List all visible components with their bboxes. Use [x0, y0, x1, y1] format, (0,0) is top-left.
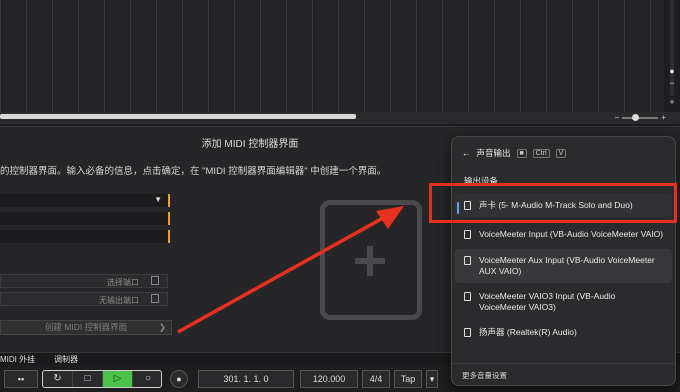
annotation-arrow	[177, 206, 404, 334]
arrow-shaft	[177, 211, 393, 334]
arrow-head	[376, 206, 404, 229]
